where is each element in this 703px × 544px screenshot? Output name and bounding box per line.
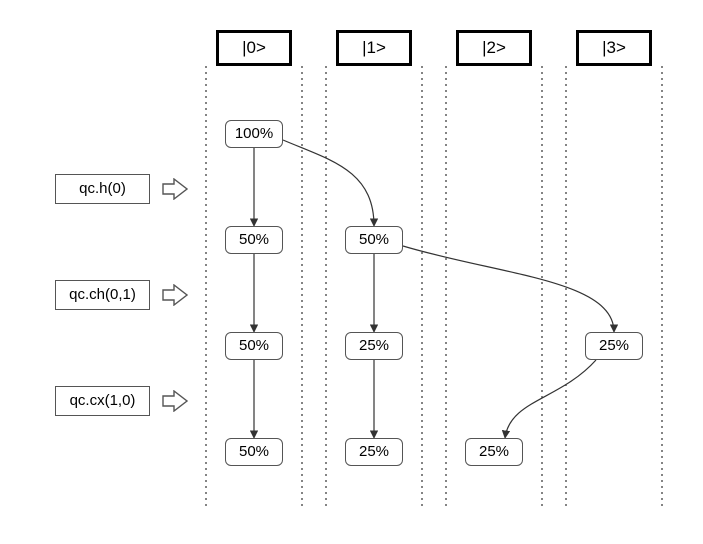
prob-value: 50% — [239, 337, 269, 354]
diagram-canvas: |0> |1> |2> |3> qc.h(0) qc.ch(0,1) qc.cx… — [0, 0, 703, 544]
state-label: |1> — [362, 38, 386, 57]
prob-value: 50% — [239, 231, 269, 248]
prob-value: 50% — [239, 443, 269, 460]
gate-label: qc.ch(0,1) — [69, 286, 136, 303]
prob-node: 25% — [345, 438, 403, 466]
prob-value: 25% — [599, 337, 629, 354]
prob-node: 50% — [345, 226, 403, 254]
state-header-1: |1> — [336, 30, 412, 66]
arrow-right-icon — [162, 390, 188, 412]
gate-label: qc.cx(1,0) — [70, 392, 136, 409]
state-header-2: |2> — [456, 30, 532, 66]
state-label: |2> — [482, 38, 506, 57]
gate-box-h0: qc.h(0) — [55, 174, 150, 204]
state-header-3: |3> — [576, 30, 652, 66]
state-label: |3> — [602, 38, 626, 57]
prob-node: 100% — [225, 120, 283, 148]
arrow-right-icon — [162, 284, 188, 306]
state-header-0: |0> — [216, 30, 292, 66]
gate-label: qc.h(0) — [79, 180, 126, 197]
prob-node: 25% — [465, 438, 523, 466]
prob-node: 25% — [585, 332, 643, 360]
state-label: |0> — [242, 38, 266, 57]
gate-box-cx10: qc.cx(1,0) — [55, 386, 150, 416]
prob-value: 25% — [359, 443, 389, 460]
gate-box-ch01: qc.ch(0,1) — [55, 280, 150, 310]
prob-node: 25% — [345, 332, 403, 360]
arrow-right-icon — [162, 178, 188, 200]
prob-node: 50% — [225, 226, 283, 254]
prob-value: 25% — [359, 337, 389, 354]
prob-value: 50% — [359, 231, 389, 248]
prob-node: 50% — [225, 438, 283, 466]
prob-value: 100% — [235, 125, 273, 142]
prob-value: 25% — [479, 443, 509, 460]
prob-node: 50% — [225, 332, 283, 360]
